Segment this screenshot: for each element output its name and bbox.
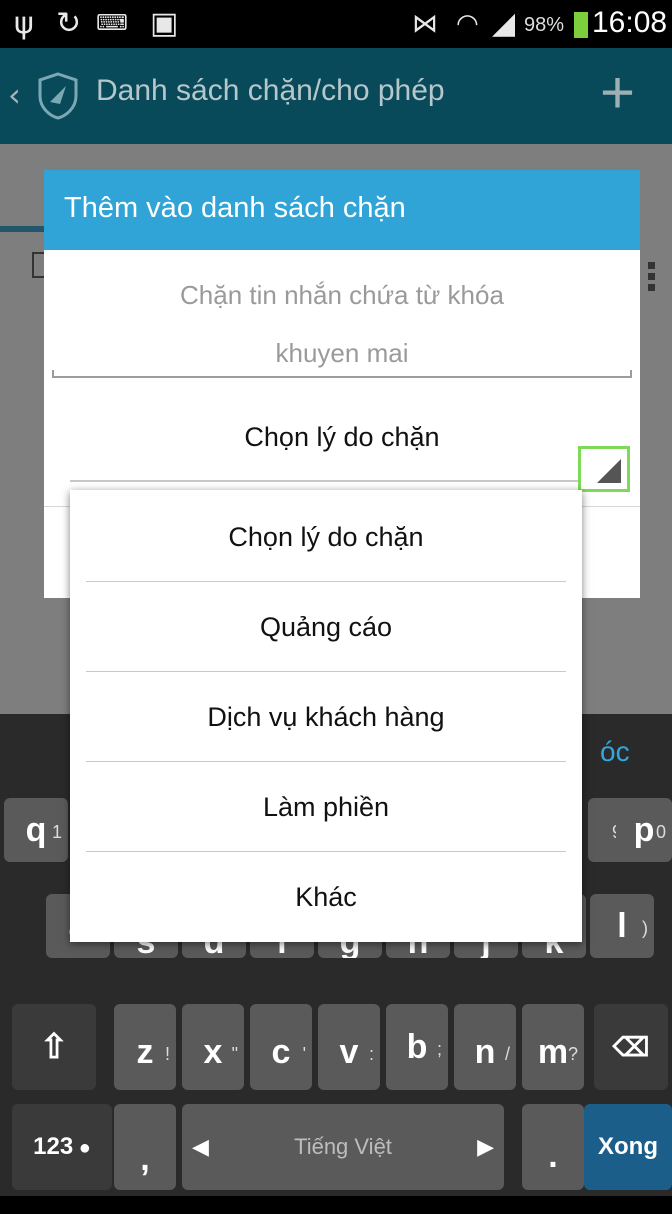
mic-icon: ● <box>73 1137 91 1159</box>
sync-icon: ↻ <box>56 6 82 41</box>
battery-charging-icon <box>574 12 588 38</box>
key-b[interactable]: b; <box>386 1004 448 1090</box>
wifi-icon: ◠ <box>456 9 479 39</box>
keyword-input[interactable]: khuyen mai <box>44 338 640 369</box>
back-chevron-icon[interactable]: ‹ <box>8 76 21 114</box>
battery-percent: 98% <box>524 14 565 36</box>
overflow-menu-icon <box>648 262 656 295</box>
shift-key[interactable]: ⇧ <box>12 1004 96 1090</box>
backspace-key[interactable]: ⌫ <box>594 1004 668 1090</box>
key-n[interactable]: n / <box>454 1004 516 1090</box>
dropdown-option-customer-service[interactable]: Dịch vụ khách hàng <box>70 672 582 762</box>
status-bar: ψ ↻ ⌨ ▣ ⋈ ◠ ◢ 98% 16:08 <box>0 0 672 48</box>
reason-spinner[interactable]: Chọn lý do chặn <box>44 422 640 453</box>
hint-text: Chặn tin nhắn chứa từ khóa <box>180 280 504 310</box>
numbers-key[interactable]: 123 ● <box>12 1104 112 1190</box>
action-bar: ‹ Danh sách chặn/cho phép + <box>0 48 672 144</box>
key-c[interactable]: c ' <box>250 1004 312 1090</box>
plus-icon[interactable]: + <box>600 58 635 128</box>
dropdown-option-annoying[interactable]: Làm phiền <box>70 762 582 852</box>
shift-icon: ⇧ <box>39 1028 69 1066</box>
backspace-icon: ⌫ <box>612 1032 650 1062</box>
done-key[interactable]: Xong <box>584 1104 672 1190</box>
reason-dropdown: Chọn lý do chặn Quảng cáo Dịch vụ khách … <box>70 490 582 942</box>
comma-key[interactable]: , <box>114 1104 176 1190</box>
dropdown-option-other[interactable]: Khác <box>70 852 582 942</box>
period-key[interactable]: . <box>522 1104 584 1190</box>
key-x[interactable]: x " <box>182 1004 244 1090</box>
left-arrow-icon: ◀ <box>192 1134 209 1159</box>
screen-title: Danh sách chặn/cho phép <box>96 74 445 107</box>
partial-background-text: óc <box>600 736 630 767</box>
key-p[interactable]: p0 <box>616 798 672 862</box>
nfc-icon: ⋈ <box>412 9 438 39</box>
key-z[interactable]: z! <box>114 1004 176 1090</box>
dialog-header: Thêm vào danh sách chặn <box>44 170 640 250</box>
clock: 16:08 <box>592 6 668 39</box>
key-q[interactable]: q1 <box>4 798 68 862</box>
dropdown-option-default[interactable]: Chọn lý do chặn <box>70 492 582 582</box>
signal-icon: ◢ <box>492 6 516 41</box>
key-l[interactable]: l) <box>590 894 654 958</box>
input-underline <box>52 370 632 378</box>
dropdown-option-ads[interactable]: Quảng cáo <box>70 582 582 672</box>
keyboard-icon: ⌨ <box>96 11 128 36</box>
spinner-arrow-icon[interactable] <box>578 446 630 492</box>
key-v[interactable]: v: <box>318 1004 380 1090</box>
shield-logo-icon[interactable] <box>36 72 80 120</box>
space-key[interactable]: ◀ Tiếng Việt ▶ <box>182 1104 504 1190</box>
spinner-underline <box>70 480 610 482</box>
dialog-title: Thêm vào danh sách chặn <box>64 192 406 224</box>
key-m[interactable]: m? <box>522 1004 584 1090</box>
store-icon: ▣ <box>150 6 179 41</box>
right-arrow-icon: ▶ <box>477 1134 494 1159</box>
usb-icon: ψ <box>14 6 34 41</box>
